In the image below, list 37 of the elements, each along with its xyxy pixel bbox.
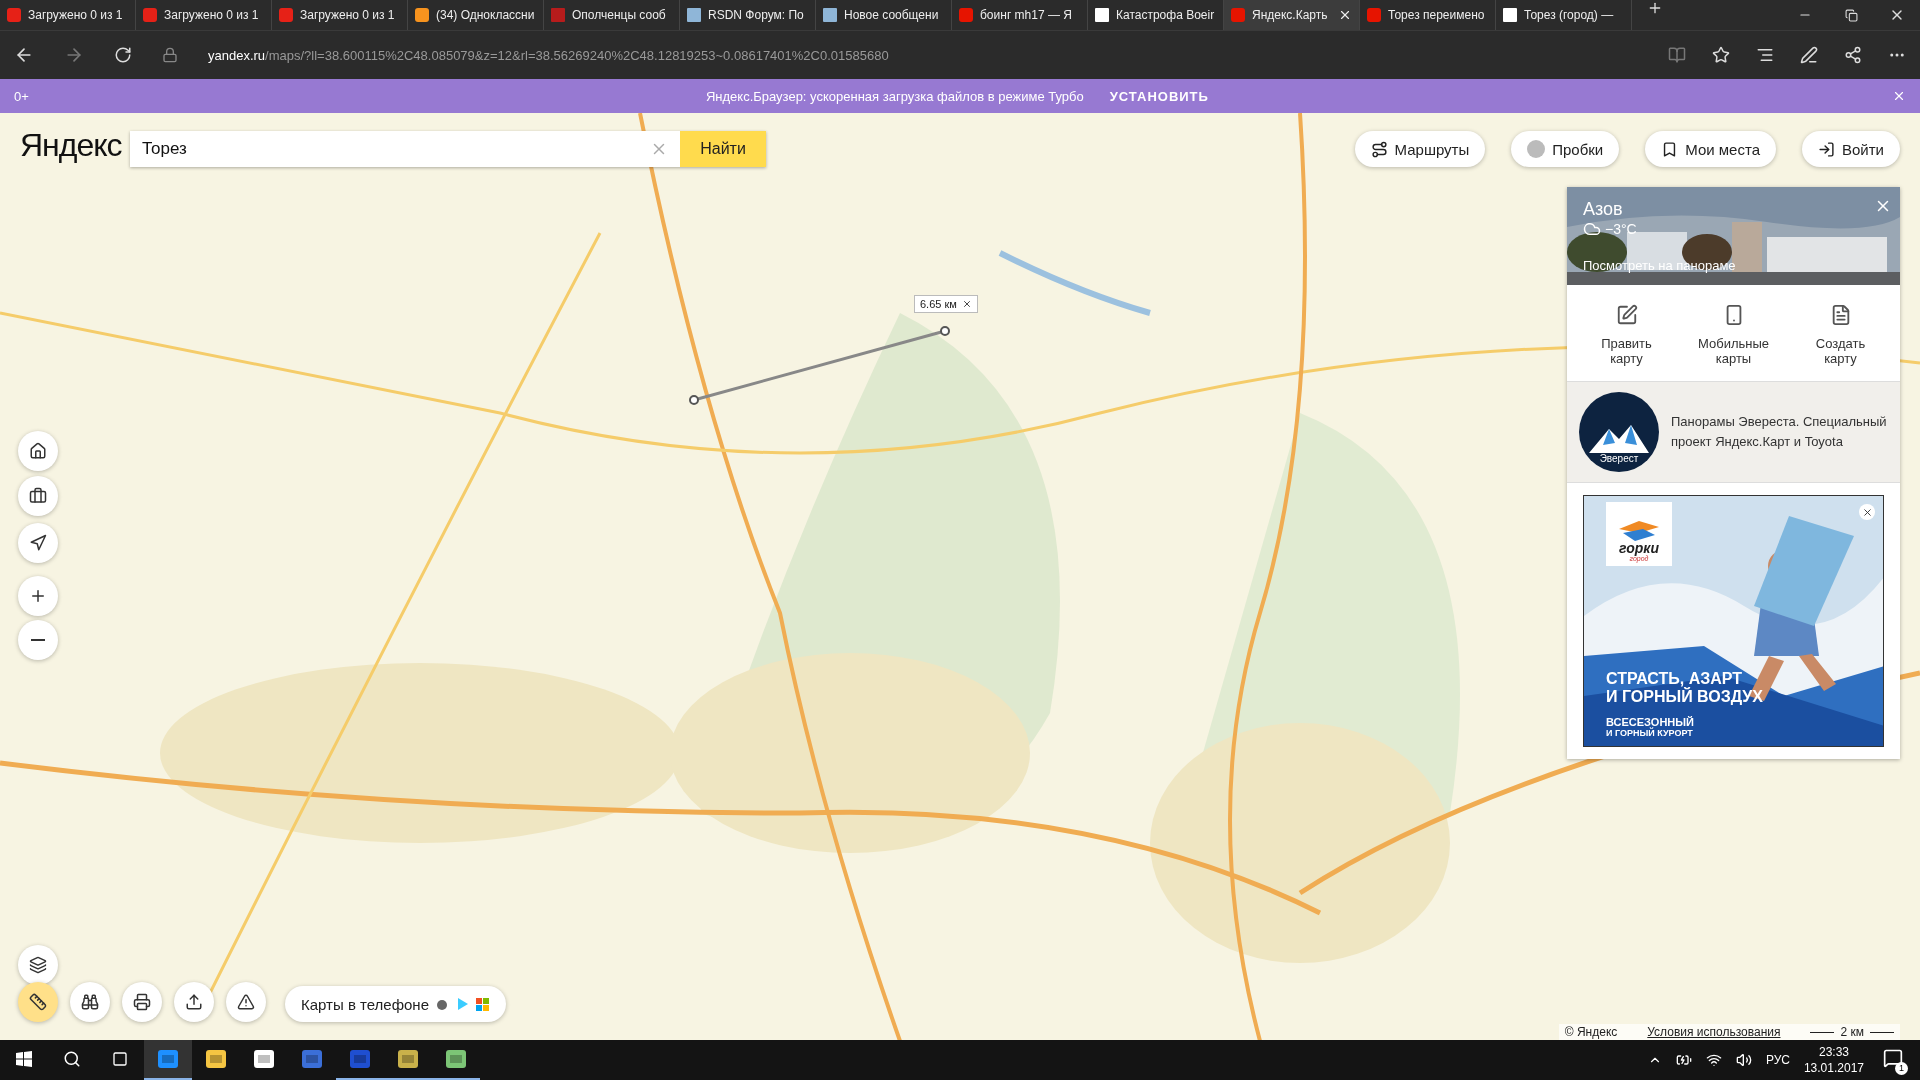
favicon-icon [823,8,837,22]
browser-tab[interactable]: Яндекс.Карть [1224,0,1360,30]
wifi-icon[interactable] [1705,1052,1722,1068]
note-icon[interactable] [1800,46,1818,64]
edge-app-icon[interactable] [144,1040,192,1080]
favicon-icon [1367,8,1381,22]
reading-view-icon[interactable] [1668,46,1686,64]
windows-logo-icon [16,1051,32,1067]
notifications-button[interactable]: 1 [1878,1044,1908,1076]
restore-icon[interactable] [1844,8,1858,22]
banner-message: Яндекс.Браузер: ускоренная загрузка файлов в режиме Турбо [705,88,1084,104]
favicon-icon [551,8,565,22]
language-indicator[interactable]: РУС [1765,1053,1790,1067]
search-icon [63,1050,81,1068]
notification-count: 1 [1895,1062,1908,1075]
favicon-icon [687,8,701,22]
close-icon[interactable] [1338,8,1352,22]
refresh-icon[interactable] [114,46,132,64]
volume-icon[interactable] [1735,1052,1752,1068]
task-view-icon [112,1051,128,1067]
new-tab-icon[interactable] [1647,0,1663,16]
battery-icon[interactable] [1675,1052,1692,1068]
favicon-icon [143,8,157,22]
favicon-icon [7,8,21,22]
share-icon[interactable] [1844,46,1862,64]
favicon-icon [279,8,293,22]
age-rating: 0+ [14,88,29,104]
clock[interactable]: 23:33 13.01.2017 [1803,1044,1864,1076]
favicon-icon [1095,8,1109,22]
lock-icon [162,47,178,63]
hub-icon[interactable] [1756,46,1774,64]
favicon-icon [415,8,429,22]
favicon-icon [1503,8,1517,22]
install-button[interactable]: УСТАНОВИТЬ [1103,87,1215,105]
favicon-icon [1231,8,1245,22]
favorite-icon[interactable] [1712,46,1730,64]
favicon-icon [959,8,973,22]
